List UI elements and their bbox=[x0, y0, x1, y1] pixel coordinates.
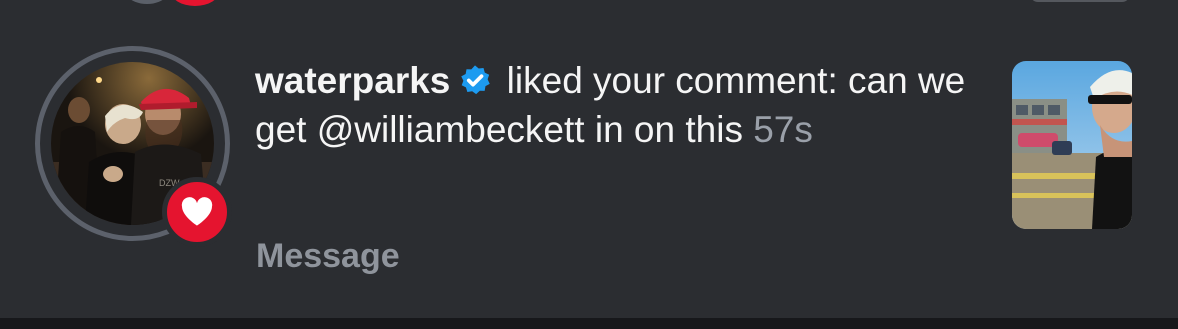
username-link[interactable]: waterparks bbox=[255, 60, 450, 101]
action-text: liked your comment: bbox=[496, 60, 838, 101]
previous-notification-thumbnail[interactable] bbox=[1030, 0, 1130, 2]
previous-notification-avatar[interactable] bbox=[115, 0, 179, 4]
verified-badge-icon bbox=[458, 61, 492, 95]
notification-screen: DZW waterparks liked your comment: can w… bbox=[0, 0, 1178, 329]
bottom-divider bbox=[0, 318, 1178, 329]
timestamp: 57s bbox=[753, 109, 813, 150]
notification-text[interactable]: waterparks liked your comment: can we ge… bbox=[255, 56, 975, 154]
previous-notification-heart-icon bbox=[166, 0, 224, 10]
message-button[interactable]: Message bbox=[256, 236, 400, 276]
heart-badge bbox=[162, 177, 232, 247]
heart-icon bbox=[181, 197, 213, 226]
post-thumbnail[interactable] bbox=[1012, 61, 1132, 229]
